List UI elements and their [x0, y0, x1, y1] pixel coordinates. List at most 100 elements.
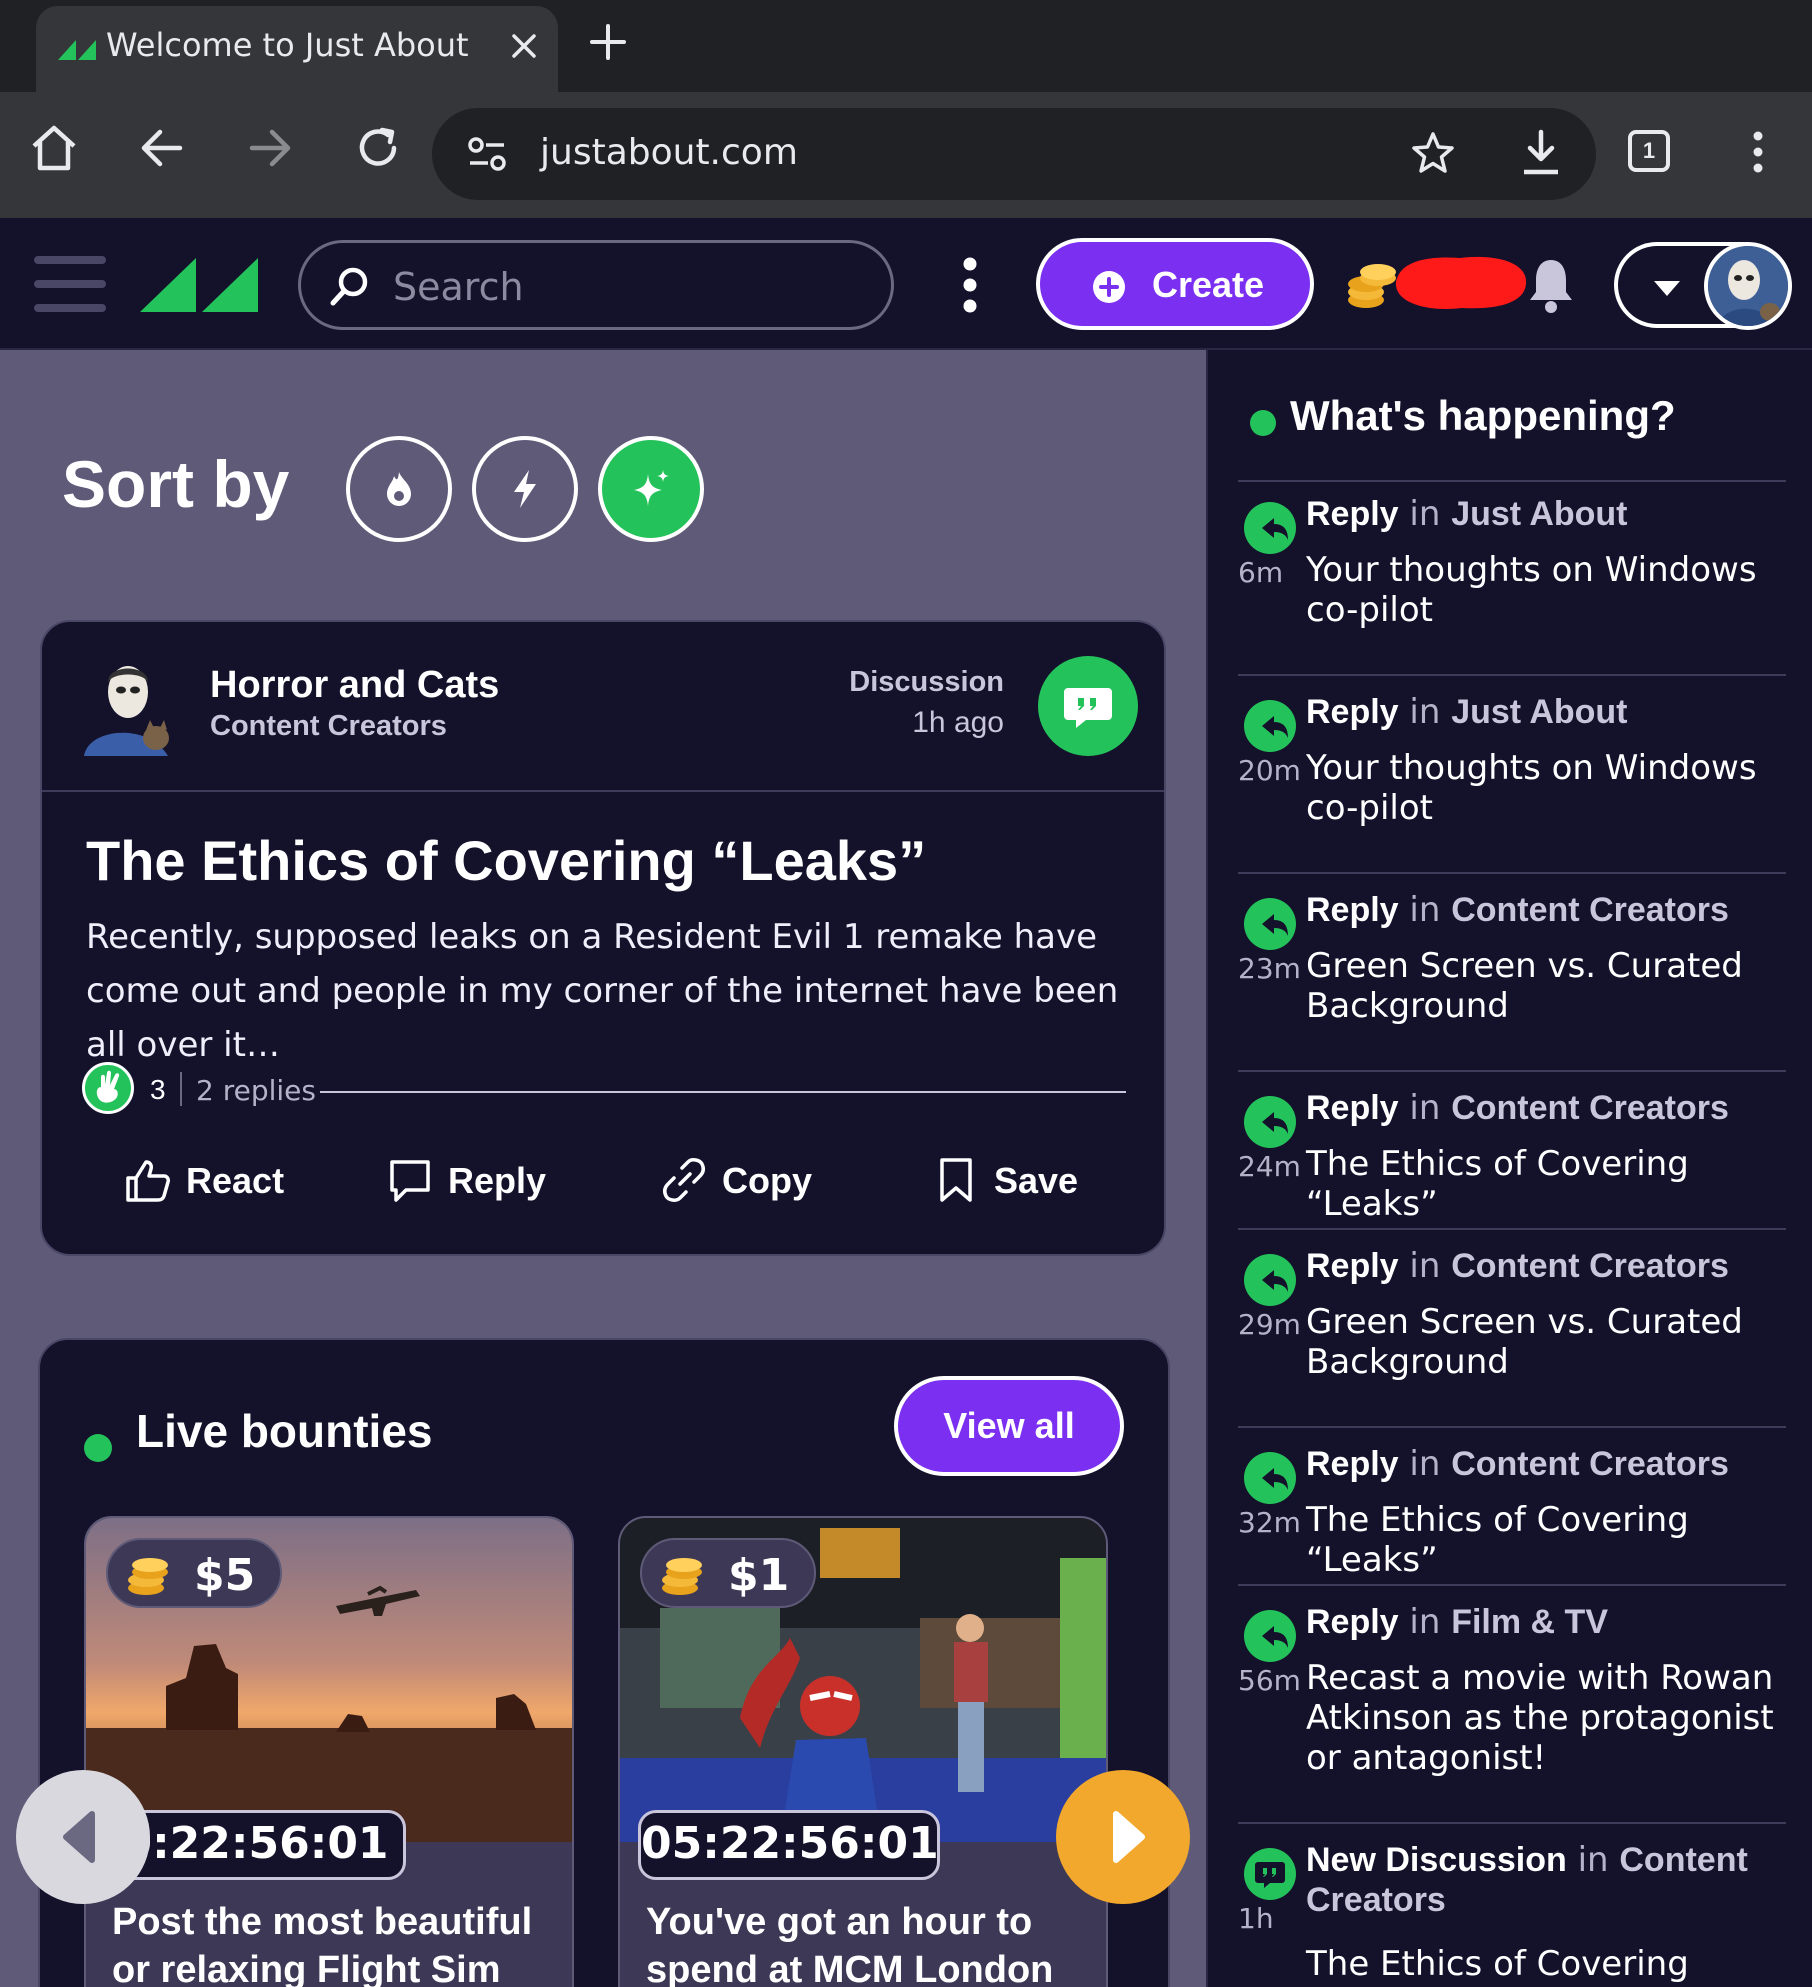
tab-switcher-button[interactable]: 1	[1628, 130, 1670, 172]
activity-kind: Reply	[1306, 495, 1399, 533]
browser-tab-strip: Welcome to Just About	[0, 0, 1812, 92]
reply-icon	[1262, 1468, 1288, 1490]
reply-icon	[1262, 518, 1288, 540]
carousel-next-button[interactable]	[1056, 1770, 1190, 1904]
activity-item[interactable]: Reply in Content Creators 23m Green Screen…	[1238, 890, 1798, 1088]
carousel-prev-button[interactable]	[16, 1770, 150, 1904]
post-community[interactable]: Content Creators	[210, 710, 447, 743]
activity-community[interactable]: Just About	[1451, 693, 1627, 731]
just-about-logo[interactable]	[140, 256, 260, 312]
activity-item[interactable]: Reply in Content Creators 24m The Ethics o…	[1238, 1088, 1798, 1246]
sort-ai-button[interactable]	[598, 436, 704, 542]
activity-item[interactable]: Reply in Content Creators 29m Green Screen…	[1238, 1246, 1798, 1444]
activity-community[interactable]: Content Creators	[1451, 1247, 1729, 1285]
activity-age: 24m	[1238, 1150, 1301, 1183]
activity-preposition: in	[1409, 1246, 1441, 1286]
search-input[interactable]: Search	[298, 240, 894, 330]
activity-item[interactable]: Reply in Film & TV 56m Recast a movie with…	[1238, 1602, 1798, 1840]
profile-menu-button[interactable]	[1614, 242, 1792, 330]
activity-type-badge	[1244, 502, 1296, 554]
post-author[interactable]: Horror and Cats	[210, 664, 499, 707]
new-tab-icon[interactable]	[588, 22, 628, 62]
activity-item[interactable]: Reply in Just About 6m Your thoughts on Wi…	[1238, 494, 1798, 692]
search-icon	[330, 267, 368, 306]
activity-post-title[interactable]: Green Screen vs. Curated Background	[1306, 946, 1796, 1026]
site-settings-icon[interactable]	[466, 134, 508, 174]
thumbs-up-icon	[126, 1160, 170, 1202]
post-title[interactable]: The Ethics of Covering “Leaks”	[86, 828, 926, 893]
site-favicon-icon	[58, 40, 96, 60]
activity-item[interactable]: Reply in Content Creators 32m The Ethics o…	[1238, 1444, 1798, 1602]
bounty-price-badge: $5	[106, 1538, 282, 1608]
coins-icon	[128, 1558, 168, 1595]
home-icon[interactable]	[26, 120, 82, 176]
bounty-card[interactable]: $5 0:22:56:01 Post the most beautiful or…	[84, 1516, 574, 1987]
activity-preposition: in	[1409, 890, 1441, 930]
search-placeholder: Search	[393, 265, 524, 309]
reply-icon	[1262, 1626, 1288, 1648]
activity-preposition: in	[1409, 494, 1441, 534]
reaction-badge[interactable]	[82, 1062, 134, 1114]
forward-arrow-icon[interactable]	[242, 120, 298, 176]
activity-age: 6m	[1238, 556, 1284, 589]
activity-type-badge	[1244, 1452, 1296, 1504]
back-arrow-icon[interactable]	[134, 120, 190, 176]
activity-post-title[interactable]: Your thoughts on Windows co-pilot	[1306, 748, 1796, 828]
browser-menu-icon[interactable]	[1740, 128, 1776, 176]
live-indicator	[1250, 410, 1276, 436]
activity-post-title[interactable]: Recast a movie with Rowan Atkinson as th…	[1306, 1658, 1796, 1778]
notifications-bell-icon[interactable]	[1526, 256, 1576, 314]
create-button[interactable]: Create	[1036, 238, 1314, 330]
activity-post-title[interactable]: Your thoughts on Windows co-pilot	[1306, 550, 1796, 630]
activity-divider	[1238, 1426, 1786, 1428]
activity-divider	[1238, 1070, 1786, 1072]
activity-kind: Reply	[1306, 1603, 1399, 1641]
download-icon[interactable]	[1518, 128, 1564, 178]
more-options-icon[interactable]	[950, 256, 990, 314]
bounty-countdown: 05:22:56:01	[638, 1810, 940, 1880]
close-icon[interactable]	[506, 28, 542, 64]
avatar-masked-figure-icon	[1708, 246, 1788, 326]
save-label: Save	[994, 1160, 1079, 1201]
bounty-price: $5	[194, 1550, 256, 1601]
view-all-button[interactable]: View all	[894, 1376, 1124, 1476]
live-indicator	[84, 1434, 112, 1462]
activity-post-title[interactable]: The Ethics of Covering “Leaks”	[1306, 1944, 1796, 1987]
activity-community[interactable]: Film & TV	[1451, 1603, 1608, 1641]
activity-community[interactable]: Content Creators	[1451, 1445, 1729, 1483]
activity-community[interactable]: Just About	[1451, 495, 1627, 533]
bounty-card[interactable]: $1 05:22:56:01 You've got an hour to spe…	[618, 1516, 1108, 1987]
coin-balance-redacted	[1395, 256, 1527, 309]
address-bar[interactable]: justabout.com	[432, 108, 1596, 200]
post-header-divider	[42, 790, 1164, 792]
sort-new-button[interactable]	[472, 436, 578, 542]
activity-item[interactable]: Reply in Just About 20m Your thoughts on W…	[1238, 692, 1798, 890]
browser-tab[interactable]: Welcome to Just About	[36, 6, 558, 92]
activity-item[interactable]: New Discussion in Content Creators 1h The …	[1238, 1840, 1798, 1987]
reply-icon	[1262, 1112, 1288, 1134]
ai-sparkle-icon	[634, 470, 669, 506]
reload-icon[interactable]	[350, 120, 406, 176]
plus-circle-icon	[1093, 271, 1125, 303]
hamburger-menu-icon[interactable]	[34, 252, 106, 316]
activity-type-badge	[1244, 1610, 1296, 1662]
activity-community[interactable]: Content Creators	[1451, 1089, 1729, 1127]
sort-hot-button[interactable]	[346, 436, 452, 542]
activity-kind: New Discussion	[1306, 1841, 1567, 1879]
activity-type-badge	[1244, 1848, 1296, 1900]
reply-icon	[1262, 716, 1288, 738]
activity-community[interactable]: Content Creators	[1451, 891, 1729, 929]
reply-count[interactable]: 2 replies	[196, 1074, 316, 1107]
bounty-title[interactable]: Post the most beautiful or relaxing Flig…	[112, 1898, 562, 1987]
bounty-title[interactable]: You've got an hour to spend at MCM Londo…	[646, 1898, 1096, 1987]
chevron-down-icon	[1654, 281, 1680, 296]
activity-post-title[interactable]: Green Screen vs. Curated Background	[1306, 1302, 1796, 1382]
activity-post-title[interactable]: The Ethics of Covering “Leaks”	[1306, 1144, 1796, 1224]
activity-divider	[1238, 1228, 1786, 1230]
post-footer-divider	[320, 1091, 1126, 1093]
activity-kind: Reply	[1306, 891, 1399, 929]
post-card[interactable]: Horror and Cats Content Creators Discuss…	[40, 620, 1166, 1256]
activity-post-title[interactable]: The Ethics of Covering “Leaks”	[1306, 1500, 1796, 1580]
bookmark-star-icon[interactable]	[1410, 130, 1456, 176]
author-avatar[interactable]	[78, 652, 182, 756]
